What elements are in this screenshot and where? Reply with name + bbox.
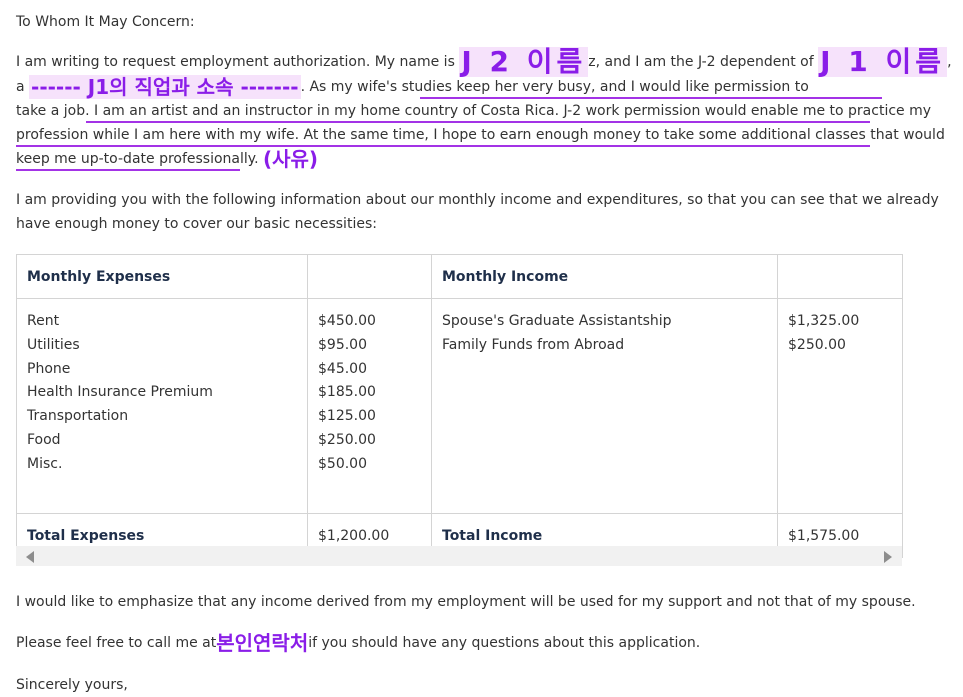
expense-items-cell: Rent Utilities Phone Health Insurance Pr… xyxy=(16,298,308,514)
para4-text-b: if you should have any questions about t… xyxy=(308,635,701,651)
finance-table: Monthly Expenses Monthly Income Rent Uti… xyxy=(16,254,903,558)
expense-item: Phone xyxy=(27,360,71,377)
salutation: To Whom It May Concern: xyxy=(16,14,195,30)
underline-2 xyxy=(86,121,870,123)
income-amount: $250.00 xyxy=(788,336,846,353)
scroll-right-arrow-icon[interactable] xyxy=(884,551,892,563)
expense-item: Health Insurance Premium xyxy=(27,384,213,401)
para4: Please feel free to call me at본인연락처if yo… xyxy=(16,631,700,655)
para1-text-a: I am writing to request employment autho… xyxy=(16,54,460,70)
para1-text-d: a xyxy=(16,79,30,95)
expense-amounts-cell: $450.00 $95.00 $45.00 $185.00 $125.00 $2… xyxy=(307,298,432,514)
table-body-row: Rent Utilities Phone Health Insurance Pr… xyxy=(16,298,903,514)
para1-text-e: . As my wife's studies keep her very bus… xyxy=(300,79,809,95)
income-amount: $1,325.00 xyxy=(788,313,860,329)
para1-line4: profession while I am here with my wife.… xyxy=(16,127,945,143)
contact-placeholder: 본인연락처 xyxy=(216,631,309,655)
expense-item: Utilities xyxy=(27,336,80,353)
income-item: Family Funds from Abroad xyxy=(442,336,625,353)
income-item: Spouse's Graduate Assistantship xyxy=(442,313,672,329)
closing: Sincerely yours, xyxy=(16,677,128,693)
para1-line3: take a job. I am an artist and an instru… xyxy=(16,103,932,119)
j1-name-placeholder: J 1 이름 xyxy=(818,45,948,78)
expense-item: Rent xyxy=(27,313,60,329)
para1-text-b: z, and I am the J-2 dependent of xyxy=(588,54,819,70)
underline-4 xyxy=(16,169,240,171)
para1-text-c: , xyxy=(947,54,952,70)
expense-amount: $95.00 xyxy=(318,336,367,353)
expense-amount: $125.00 xyxy=(318,408,376,425)
underline-3 xyxy=(16,145,870,147)
expenses-header: Monthly Expenses xyxy=(16,254,308,299)
table-header-row: Monthly Expenses Monthly Income xyxy=(16,254,903,299)
expense-amount: $185.00 xyxy=(318,384,376,401)
para2-line2: have enough money to cover our basic nec… xyxy=(16,216,377,232)
para3: I would like to emphasize that any incom… xyxy=(16,594,916,610)
expense-amount: $250.00 xyxy=(318,431,376,448)
income-amounts-cell: $1,325.00 $250.00 xyxy=(777,298,903,514)
j2-name-placeholder: J 2 이름 xyxy=(459,45,589,78)
para1-text-h: keep me up-to-date professionally. xyxy=(16,151,259,167)
expense-item: Misc. xyxy=(27,455,63,472)
para2-line1: I am providing you with the following in… xyxy=(16,192,939,208)
underline-1 xyxy=(420,97,882,99)
j1-job-placeholder: ------ J1의 직업과 소속 ------- xyxy=(29,75,301,99)
table-horizontal-scrollbar[interactable] xyxy=(16,546,902,566)
para1-line5: keep me up-to-date professionally. (사유) xyxy=(16,147,318,171)
expense-amount: $450.00 xyxy=(318,313,376,329)
para1-line2: a ------ J1의 직업과 소속 -------. As my wife'… xyxy=(16,75,809,99)
income-header: Monthly Income xyxy=(431,254,778,299)
expenses-amount-header xyxy=(307,254,432,299)
expense-amount: $45.00 xyxy=(318,360,367,377)
expense-item: Transportation xyxy=(27,408,129,425)
expense-item: Food xyxy=(27,431,61,448)
para4-text-a: Please feel free to call me at xyxy=(16,635,217,651)
scroll-left-arrow-icon[interactable] xyxy=(26,551,34,563)
income-amount-header xyxy=(777,254,903,299)
para1-line1: I am writing to request employment autho… xyxy=(16,47,952,77)
income-items-cell: Spouse's Graduate Assistantship Family F… xyxy=(431,298,778,514)
expense-amount: $50.00 xyxy=(318,455,367,472)
reason-annotation: (사유) xyxy=(262,147,319,171)
